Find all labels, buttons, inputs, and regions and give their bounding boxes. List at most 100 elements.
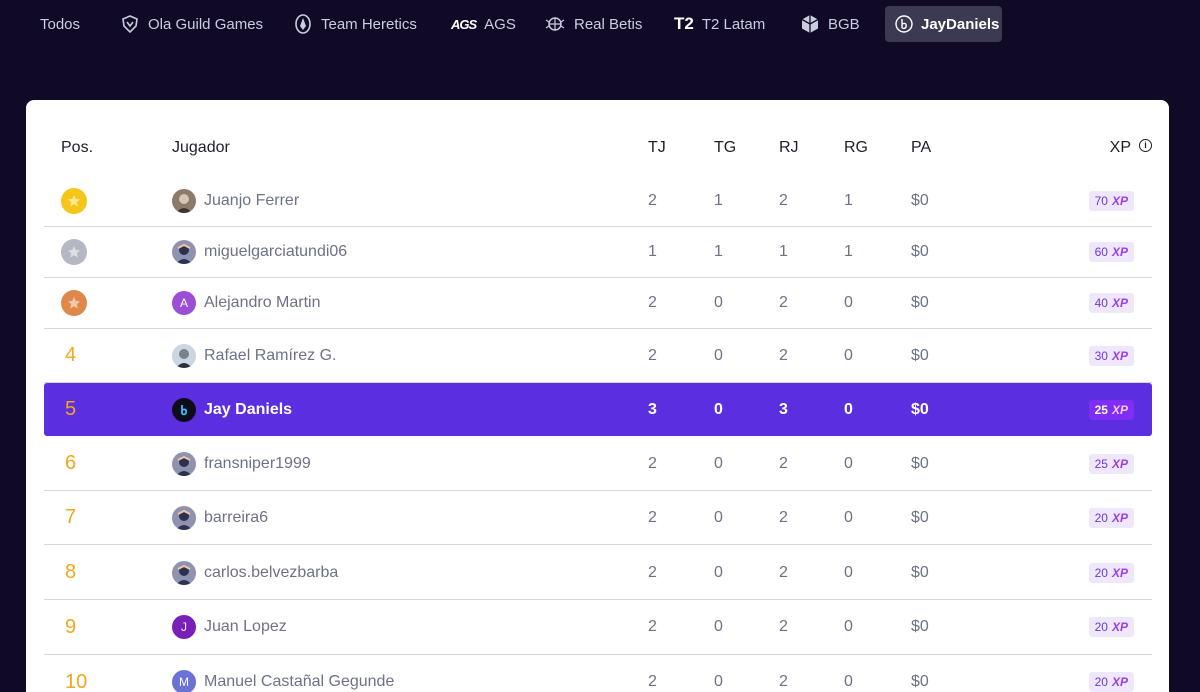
tab-team-heretics[interactable]: Team Heretics <box>285 6 425 42</box>
table-header: Pos. Jugador TJ TG RJ RG PA XP i <box>44 128 1152 168</box>
tg-cell: 0 <box>714 454 723 472</box>
player-name[interactable]: Juan Lopez <box>204 618 287 636</box>
position-number: 7 <box>65 506 77 528</box>
group-tabs: Todos Ola Guild Games Team Heretics AGS … <box>0 6 1200 42</box>
player-name[interactable]: Manuel Castañal Gegunde <box>204 673 394 691</box>
table-row[interactable]: Juanjo Ferrer 2 1 2 1 $0 70 XP <box>44 176 1152 227</box>
xp-cell: 20 XP <box>1054 491 1134 544</box>
position-number: 6 <box>65 452 77 474</box>
player-name[interactable]: Jay Daniels <box>204 401 292 419</box>
rj-cell: 2 <box>779 618 788 635</box>
tab-label: Ola Guild Games <box>148 15 264 33</box>
rj-cell: 2 <box>779 192 788 209</box>
xp-logo-icon: XP <box>1111 245 1128 259</box>
tab-t2-latam[interactable]: T2 T2 Latam <box>666 6 773 42</box>
tab-ags[interactable]: AGS AGS <box>443 6 524 42</box>
table-row[interactable]: 8 carlos.belvezbarba 2 0 2 0 $0 20 XP <box>44 546 1152 600</box>
table-row[interactable]: 5 Jay Daniels 3 0 3 0 $0 25 XP <box>44 383 1152 436</box>
tab-jaydaniels[interactable]: JayDaniels <box>885 6 1002 42</box>
ola-shield-icon <box>120 14 140 34</box>
player-name[interactable]: fransniper1999 <box>204 455 311 473</box>
rg-cell: 0 <box>844 454 853 472</box>
player-name[interactable]: Juanjo Ferrer <box>204 192 299 210</box>
tab-real-betis[interactable]: Real Betis <box>536 6 650 42</box>
position-cell: 6 <box>61 437 121 490</box>
rj-cell: 2 <box>779 673 788 690</box>
tg-cell: 1 <box>714 243 723 260</box>
xp-logo-icon: XP <box>1111 456 1128 471</box>
avatar <box>172 560 196 585</box>
tj-cell: 2 <box>648 673 657 690</box>
leaderboard-card: Pos. Jugador TJ TG RJ RG PA XP i Juanjo … <box>26 100 1169 692</box>
xp-value: 20 <box>1094 620 1108 634</box>
table-row[interactable]: 7 barreira6 2 0 2 0 $0 20 XP <box>44 491 1152 545</box>
header-tj: TJ <box>648 139 666 156</box>
tj-cell: 2 <box>648 294 657 311</box>
jaydaniels-logo-icon <box>895 15 913 33</box>
avatar <box>172 397 196 422</box>
player-cell[interactable]: A Alejandro Martin <box>172 278 592 328</box>
avatar <box>172 240 196 264</box>
position-cell <box>61 278 121 328</box>
tg-cell: 0 <box>714 563 723 581</box>
avatar <box>172 505 196 530</box>
rj-cell: 2 <box>779 563 788 581</box>
tab-label: BGB <box>828 15 860 33</box>
xp-badge: 25 XP <box>1088 453 1134 474</box>
table-row[interactable]: A Alejandro Martin 2 0 2 0 $0 40 XP <box>44 278 1152 329</box>
position-cell: 5 <box>61 383 121 436</box>
table-row[interactable]: miguelgarciatundi06 1 1 1 1 $0 60 XP <box>44 227 1152 278</box>
player-cell[interactable]: M Manuel Castañal Gegunde <box>172 655 592 692</box>
xp-badge: 20 XP <box>1088 672 1134 692</box>
player-name[interactable]: miguelgarciatundi06 <box>204 243 347 261</box>
player-cell[interactable]: Juanjo Ferrer <box>172 176 592 226</box>
player-cell[interactable]: carlos.belvezbarba <box>172 546 592 599</box>
player-cell[interactable]: miguelgarciatundi06 <box>172 227 592 277</box>
table-row[interactable]: 6 fransniper1999 2 0 2 0 $0 25 XP <box>44 437 1152 491</box>
table-row[interactable]: 10 M Manuel Castañal Gegunde 2 0 2 0 $0 20 XP <box>44 655 1152 692</box>
player-cell[interactable]: J Juan Lopez <box>172 600 592 654</box>
bronze-medal-icon <box>61 290 87 316</box>
player-name[interactable]: Alejandro Martin <box>204 294 321 312</box>
header-pos: Pos. <box>61 139 94 156</box>
tab-ola-guild-games[interactable]: Ola Guild Games <box>112 6 271 42</box>
rj-cell: 2 <box>779 294 788 311</box>
xp-logo-icon: XP <box>1111 565 1128 580</box>
rg-cell: 0 <box>844 294 853 311</box>
player-name[interactable]: carlos.belvezbarba <box>204 564 338 582</box>
position-cell: 4 <box>61 329 121 382</box>
player-name[interactable]: Rafael Ramírez G. <box>204 347 336 365</box>
xp-cell: 60 XP <box>1054 227 1134 277</box>
tab-label: AGS <box>484 15 516 33</box>
tj-cell: 2 <box>648 508 657 526</box>
tab-label: T2 Latam <box>701 15 766 33</box>
pa-cell: $0 <box>911 192 929 209</box>
rj-cell: 2 <box>779 346 788 364</box>
rg-cell: 0 <box>844 346 853 364</box>
player-cell[interactable]: fransniper1999 <box>172 437 592 490</box>
info-icon[interactable]: i <box>1139 138 1152 152</box>
position-cell <box>61 227 121 277</box>
xp-value: 20 <box>1094 675 1108 689</box>
pa-cell: $0 <box>911 243 929 260</box>
silver-medal-icon <box>61 239 87 265</box>
player-cell[interactable]: barreira6 <box>172 491 592 544</box>
player-cell[interactable]: Jay Daniels <box>172 383 592 436</box>
tab-bgb[interactable]: BGB <box>792 6 868 42</box>
position-number: 5 <box>65 398 77 420</box>
xp-value: 25 <box>1094 402 1108 417</box>
rj-cell: 2 <box>779 508 788 526</box>
xp-badge: 70 XP <box>1088 191 1134 211</box>
table-row[interactable]: 4 Rafael Ramírez G. 2 0 2 0 $0 30 XP <box>44 329 1152 383</box>
player-cell[interactable]: Rafael Ramírez G. <box>172 329 592 382</box>
xp-badge: 60 XP <box>1088 242 1134 262</box>
player-name[interactable]: barreira6 <box>204 509 268 527</box>
xp-value: 25 <box>1094 456 1108 471</box>
tab-label: Team Heretics <box>321 15 417 33</box>
tab-todos[interactable]: Todos <box>32 6 88 42</box>
table-row[interactable]: 9 J Juan Lopez 2 0 2 0 $0 20 XP <box>44 600 1152 655</box>
xp-logo-icon: XP <box>1111 510 1128 525</box>
pa-cell: $0 <box>911 346 929 364</box>
tg-cell: 0 <box>714 294 723 311</box>
rg-cell: 1 <box>844 243 853 260</box>
